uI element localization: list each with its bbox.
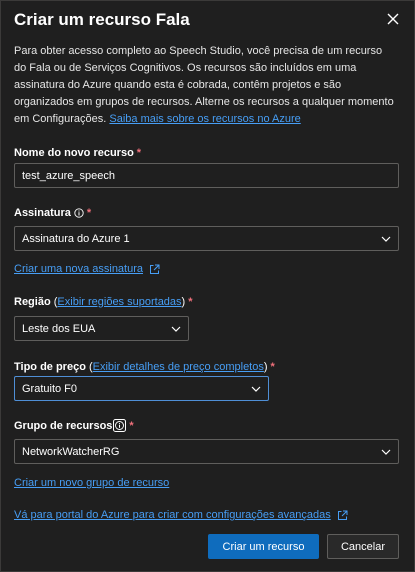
- cancel-button[interactable]: Cancelar: [327, 534, 399, 559]
- pricing-paren-close: ): [263, 361, 268, 373]
- create-resource-dialog: Criar um recurso Fala Para obter acesso …: [0, 0, 415, 572]
- subscription-select[interactable]: Assinatura do Azure 1: [14, 226, 399, 251]
- subscription-value: Assinatura do Azure 1: [22, 232, 130, 245]
- resource-name-label: Nome do novo recurso *: [14, 147, 141, 159]
- create-subscription-row: Criar uma nova assinatura: [14, 263, 160, 275]
- required-marker: *: [188, 296, 193, 308]
- pricing-details-link[interactable]: Exibir detalhes de preço completos: [93, 361, 264, 373]
- region-paren-close: ): [181, 296, 186, 308]
- region-select[interactable]: Leste dos EUA: [14, 316, 189, 341]
- required-marker: *: [129, 419, 134, 432]
- resource-name-input[interactable]: test_azure_speech: [14, 163, 399, 188]
- resource-group-value: NetworkWatcherRG: [22, 445, 120, 458]
- pricing-label-text: Tipo de preço: [14, 361, 86, 373]
- learn-more-link[interactable]: Saiba mais sobre os recursos no Azure: [109, 113, 300, 125]
- resource-name-value: test_azure_speech: [22, 169, 115, 182]
- info-icon[interactable]: [74, 208, 84, 218]
- portal-link-row: Vá para portal do Azure para criar com c…: [14, 509, 348, 521]
- pricing-value: Gratuito F0: [22, 382, 78, 395]
- resource-group-label-text: Grupo de recursos: [14, 419, 113, 432]
- pricing-select[interactable]: Gratuito F0: [14, 376, 269, 401]
- required-marker: *: [86, 207, 92, 219]
- resource-group-select[interactable]: NetworkWatcherRG: [14, 439, 399, 464]
- create-resource-button[interactable]: Criar um recurso: [208, 534, 319, 559]
- chevron-down-icon: [251, 386, 261, 392]
- chevron-down-icon: [381, 236, 391, 242]
- create-resource-group-link[interactable]: Criar um novo grupo de recurso: [14, 477, 169, 489]
- dialog-description: Para obter acesso completo ao Speech Stu…: [14, 43, 394, 128]
- azure-portal-link[interactable]: Vá para portal do Azure para criar com c…: [14, 509, 331, 521]
- create-resource-group-row: Criar um novo grupo de recurso: [14, 477, 169, 489]
- supported-regions-link[interactable]: Exibir regiões suportadas: [57, 296, 181, 308]
- create-subscription-link[interactable]: Criar uma nova assinatura: [14, 263, 143, 275]
- dialog-title: Criar um recurso Fala: [14, 10, 190, 29]
- subscription-label: Assinatura *: [14, 207, 91, 219]
- required-marker: *: [270, 361, 275, 373]
- region-value: Leste dos EUA: [22, 322, 96, 335]
- chevron-down-icon: [381, 449, 391, 455]
- info-icon[interactable]: [113, 419, 127, 432]
- region-label-text: Região: [14, 296, 51, 308]
- external-link-icon[interactable]: [149, 264, 160, 275]
- resource-group-label: Grupo de recursos *: [14, 419, 134, 432]
- required-marker: *: [136, 147, 142, 159]
- close-icon[interactable]: [385, 11, 401, 27]
- external-link-icon[interactable]: [337, 510, 348, 521]
- pricing-label: Tipo de preço (Exibir detalhes de preço …: [14, 361, 275, 373]
- subscription-label-text: Assinatura: [14, 207, 71, 219]
- resource-name-label-text: Nome do novo recurso: [14, 147, 134, 159]
- region-label: Região (Exibir regiões suportadas) *: [14, 296, 193, 308]
- chevron-down-icon: [171, 326, 181, 332]
